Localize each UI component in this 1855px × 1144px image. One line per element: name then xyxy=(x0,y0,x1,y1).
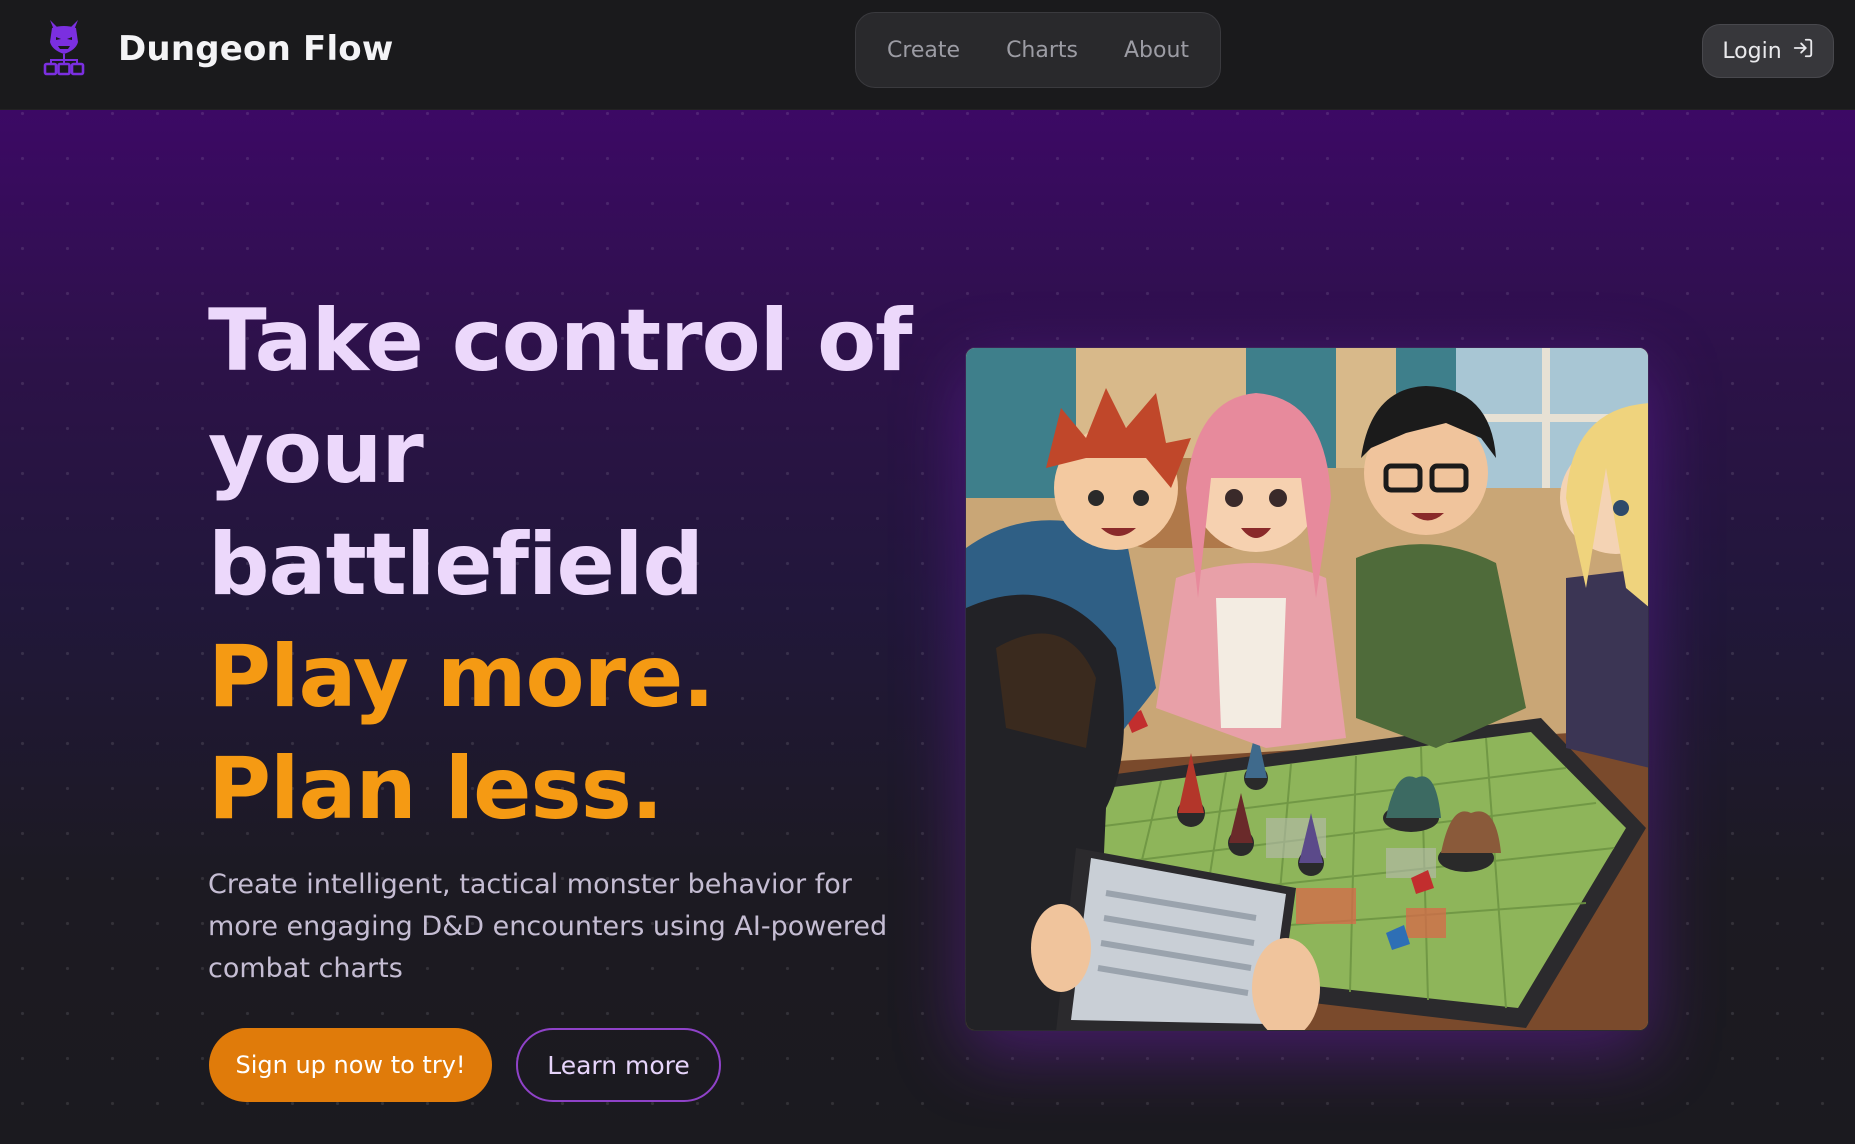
hero-section: Take control of your battlefield Play mo… xyxy=(0,110,1855,1144)
learn-more-button[interactable]: Learn more xyxy=(516,1028,721,1102)
top-nav: Dungeon Flow Create Charts About Login xyxy=(0,0,1855,110)
demon-flowchart-icon xyxy=(42,18,86,80)
login-label: Login xyxy=(1722,38,1782,64)
nav-link-charts[interactable]: Charts xyxy=(1006,38,1078,63)
headline-accent-line-1: Play more. xyxy=(208,627,715,727)
nav-link-create[interactable]: Create xyxy=(887,38,960,63)
sign-up-button[interactable]: Sign up now to try! xyxy=(209,1028,492,1102)
hero-headline: Take control of your battlefield Play mo… xyxy=(208,285,928,845)
brand-name: Dungeon Flow xyxy=(118,29,394,69)
nav-link-about[interactable]: About xyxy=(1124,38,1189,63)
hero-description: Create intelligent, tactical monster beh… xyxy=(208,869,888,984)
headline-line-3: battlefield xyxy=(208,515,704,615)
headline-accent-line-2: Plan less. xyxy=(208,739,664,839)
brand[interactable]: Dungeon Flow xyxy=(42,18,393,80)
friends-playing-dnd-illustration xyxy=(965,347,1649,1031)
main-nav: Create Charts About xyxy=(855,12,1221,88)
sign-in-icon xyxy=(1792,37,1814,65)
headline-line-1: Take control of xyxy=(208,291,913,391)
login-button[interactable]: Login xyxy=(1702,24,1834,78)
headline-line-2: your xyxy=(208,403,424,503)
